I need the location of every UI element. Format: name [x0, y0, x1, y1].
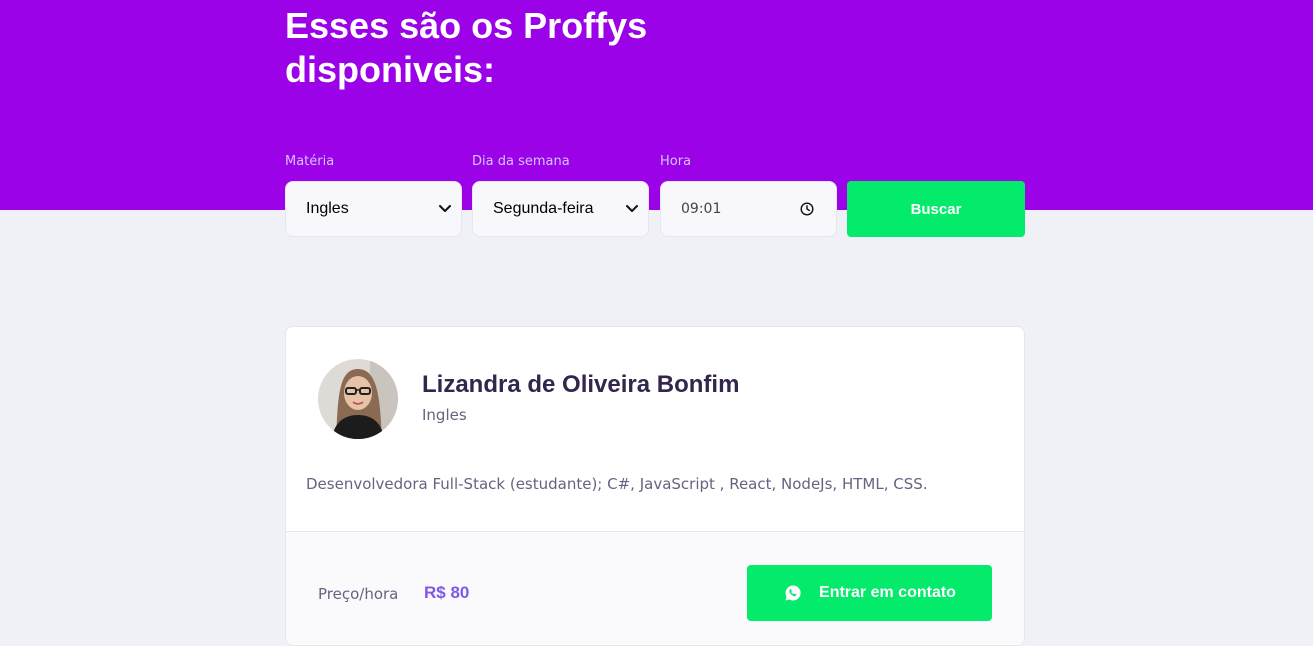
chevron-down-icon: [439, 205, 451, 212]
subject-select-value: Ingles: [306, 200, 349, 217]
teacher-card-footer: Preço/hora R$ 80 Entrar em contato: [286, 531, 1024, 645]
price-value: R$ 80: [424, 583, 470, 602]
contact-button[interactable]: Entrar em contato: [747, 565, 992, 621]
page-title: Esses são os Proffys disponiveis:: [285, 5, 648, 90]
weekday-field: Dia da semana Segunda-feira: [472, 152, 649, 237]
teacher-bio: Desenvolvedora Full-Stack (estudante); C…: [306, 475, 928, 493]
time-input-value: 09:01: [681, 201, 722, 217]
subject-field: Matéria Ingles: [285, 152, 462, 237]
weekday-label: Dia da semana: [472, 154, 570, 169]
time-input[interactable]: 09:01: [660, 181, 837, 237]
teacher-subject: Ingles: [422, 406, 467, 424]
weekday-select-value: Segunda-feira: [493, 200, 594, 217]
time-field: Hora 09:01: [660, 152, 837, 237]
avatar: [318, 359, 398, 439]
chevron-down-icon: [626, 205, 638, 212]
subject-select[interactable]: Ingles: [285, 181, 462, 237]
time-label: Hora: [660, 154, 692, 169]
price-label: Preço/hora: [318, 585, 399, 603]
contact-button-label: Entrar em contato: [819, 584, 956, 601]
teacher-name: Lizandra de Oliveira Bonfim: [422, 371, 740, 398]
subject-label: Matéria: [285, 154, 335, 169]
page-header: Esses são os Proffys disponiveis:: [0, 0, 1313, 210]
weekday-select[interactable]: Segunda-feira: [472, 181, 649, 237]
clock-icon[interactable]: [800, 202, 814, 216]
whatsapp-icon: [785, 585, 801, 601]
teacher-card: Lizandra de Oliveira Bonfim Ingles Desen…: [285, 326, 1025, 646]
search-button[interactable]: Buscar: [847, 181, 1025, 237]
